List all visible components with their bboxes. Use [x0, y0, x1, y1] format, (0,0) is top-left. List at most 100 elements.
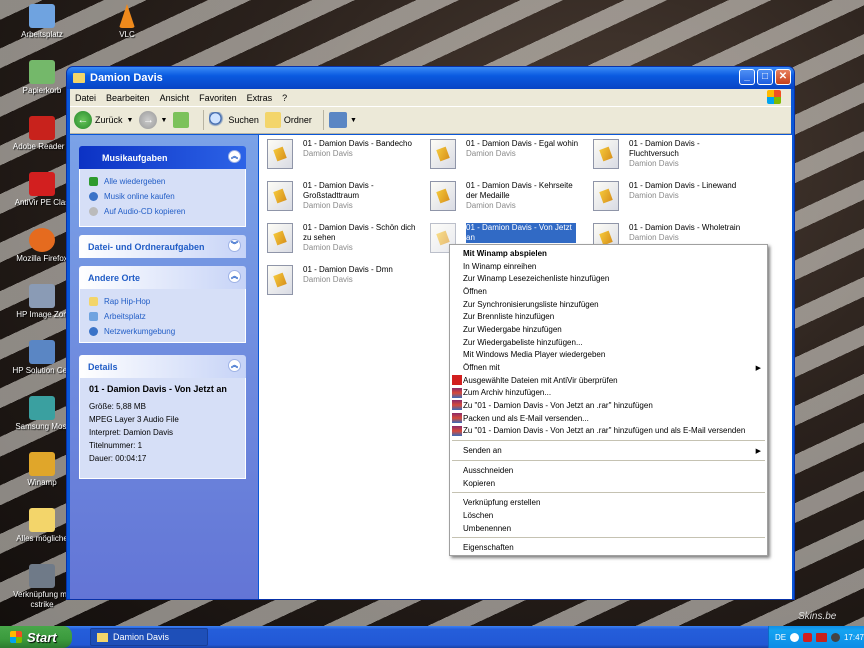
network-tray-icon[interactable]	[831, 632, 840, 642]
file-item[interactable]: 01 - Damion Davis - Dmn Damion Davis	[267, 265, 427, 295]
menu-bar: Datei Bearbeiten Ansicht Favoriten Extra…	[70, 89, 791, 106]
system-tray: DE 17:47	[768, 626, 864, 648]
winamp-icon	[29, 452, 55, 476]
antivir-icon	[29, 172, 55, 196]
menu-item-cut[interactable]: Ausschneiden	[450, 464, 767, 477]
menu-item-properties[interactable]: Eigenschaften	[450, 541, 767, 554]
music-tasks-header[interactable]: Musikaufgaben ︽	[79, 146, 246, 169]
globe-icon	[89, 192, 98, 201]
file-item[interactable]: 01 - Damion Davis - Großstadttraum Damion…	[267, 181, 427, 211]
language-indicator[interactable]: DE	[775, 633, 786, 642]
network-link[interactable]: Netzwerkumgebung	[89, 324, 236, 339]
details-track: Titelnummer: 1	[89, 441, 143, 450]
file-item[interactable]: 01 - Damion Davis - Linewand Damion Davis	[593, 181, 753, 211]
menu-item-play-winamp[interactable]: Mit Winamp abspielen	[450, 247, 767, 260]
menu-ansicht[interactable]: Ansicht	[155, 93, 195, 103]
menu-item-add-rar[interactable]: Zu "01 - Damion Davis - Von Jetzt an .ra…	[450, 399, 767, 412]
menu-item-add-sync-list[interactable]: Zur Synchronisierungsliste hinzufügen	[450, 298, 767, 311]
menu-item-add-rar-email[interactable]: Zu "01 - Damion Davis - Von Jetzt an .ra…	[450, 425, 767, 438]
rap-hip-hop-link[interactable]: Rap Hip-Hop	[89, 294, 236, 309]
menu-separator	[452, 460, 765, 461]
details-size: Größe: 5,88 MB	[89, 402, 146, 411]
antivir-tray-icon[interactable]	[803, 632, 813, 642]
menu-item-send-to[interactable]: Senden an ▶	[450, 444, 767, 457]
chevron-down-icon: ▼	[349, 116, 357, 124]
menu-item-add-archive[interactable]: Zum Archiv hinzufügen...	[450, 387, 767, 400]
menu-item-delete[interactable]: Löschen	[450, 509, 767, 522]
start-button[interactable]: Start	[0, 626, 72, 648]
collapse-icon[interactable]: ︽	[228, 359, 241, 372]
collapse-icon[interactable]: ︽	[228, 270, 241, 283]
menu-item-add-playlist[interactable]: Zur Wiedergabeliste hinzufügen...	[450, 336, 767, 349]
close-button[interactable]: ✕	[775, 69, 791, 85]
mp3-file-icon	[430, 181, 456, 211]
details-type: MPEG Layer 3 Audio File	[89, 415, 179, 424]
file-tasks-header[interactable]: Datei- und Ordneraufgaben ︾	[79, 235, 246, 258]
winrar-icon	[452, 412, 462, 423]
menu-item-add-playback[interactable]: Zur Wiedergabe hinzufügen	[450, 323, 767, 336]
file-item[interactable]: 01 - Damion Davis - Schön dich zu sehen D…	[267, 223, 427, 253]
play-all-link[interactable]: Alle wiedergeben	[89, 174, 236, 189]
winrar-icon	[452, 387, 462, 398]
menu-favoriten[interactable]: Favoriten	[194, 93, 242, 103]
file-item[interactable]: 01 - Damion Davis - Bandecho Damion Davis	[267, 139, 427, 169]
window-title: Damion Davis	[90, 72, 163, 84]
menu-item-antivir-scan[interactable]: Ausgewählte Dateien mit AntiVir überprüf…	[450, 374, 767, 387]
expand-icon[interactable]: ︾	[228, 239, 241, 252]
menu-item-open[interactable]: Öffnen	[450, 285, 767, 298]
menu-bearbeiten[interactable]: Bearbeiten	[101, 93, 155, 103]
menu-item-create-shortcut[interactable]: Verknüpfung erstellen	[450, 496, 767, 509]
minimize-button[interactable]: _	[739, 69, 755, 85]
details-filename: 01 - Damion Davis - Von Jetzt an	[89, 384, 227, 394]
folder-icon	[89, 297, 98, 306]
chevron-down-icon: ▼	[126, 116, 134, 124]
menu-help[interactable]: ?	[277, 93, 292, 103]
menu-item-copy[interactable]: Kopieren	[450, 477, 767, 490]
buy-music-online-link[interactable]: Musik online kaufen	[89, 189, 236, 204]
mp3-file-icon	[593, 139, 619, 169]
mp3-file-icon	[593, 181, 619, 211]
menu-item-add-burn-list[interactable]: Zur Brennliste hinzufügen	[450, 310, 767, 323]
title-bar[interactable]: Damion Davis _ □ ✕	[67, 67, 794, 89]
menu-item-open-with[interactable]: Öffnen mit ▶	[450, 361, 767, 374]
details-header[interactable]: Details ︽	[79, 355, 246, 378]
views-button[interactable]: ▼	[328, 112, 357, 128]
mp3-file-icon	[267, 181, 293, 211]
search-button[interactable]: Suchen	[209, 112, 259, 128]
taskbar-button-damion-davis[interactable]: Damion Davis	[90, 628, 208, 646]
menu-item-winamp-bookmark[interactable]: Zur Winamp Lesezeichenliste hinzufügen	[450, 272, 767, 285]
maximize-button[interactable]: □	[757, 69, 773, 85]
toolbar-divider	[203, 110, 205, 130]
toolbar-divider	[322, 110, 324, 130]
desktop-icon-arbeitsplatz[interactable]: Arbeitsplatz	[7, 4, 77, 40]
other-places-header[interactable]: Andere Orte ︽	[79, 266, 246, 289]
back-button[interactable]: ← Zurück ▼	[74, 111, 133, 129]
menu-separator	[452, 492, 765, 494]
file-item[interactable]: 01 - Damion Davis - Kehrseite der Medail…	[430, 181, 590, 211]
folder-up-icon	[173, 112, 190, 128]
file-item[interactable]: 01 - Damion Davis - Egal wohin Damion Dav…	[430, 139, 590, 169]
arbeitsplatz-link[interactable]: Arbeitsplatz	[89, 309, 236, 324]
help-icon[interactable]	[790, 632, 800, 642]
menu-datei[interactable]: Datei	[70, 93, 101, 103]
desktop-icon-vlc[interactable]: VLC	[92, 4, 162, 40]
up-button[interactable]	[173, 112, 192, 128]
taskbar: Start Damion Davis DE 17:47	[0, 626, 864, 648]
menu-item-play-wmp[interactable]: Mit Windows Media Player wiedergeben	[450, 349, 767, 362]
folders-button[interactable]: Ordner	[264, 112, 312, 128]
folder-icon	[264, 112, 281, 128]
mp3-file-icon	[267, 223, 293, 253]
menu-item-enqueue-winamp[interactable]: In Winamp einreihen	[450, 260, 767, 273]
clock: 17:47	[843, 632, 864, 642]
network-icon	[89, 327, 98, 336]
ati-tray-icon[interactable]	[816, 632, 828, 642]
forward-button[interactable]: → ▼	[139, 111, 167, 129]
menu-item-rename[interactable]: Umbenennen	[450, 522, 767, 535]
menu-extras[interactable]: Extras	[242, 93, 278, 103]
collapse-icon[interactable]: ︽	[228, 150, 241, 163]
copy-to-cd-link[interactable]: Auf Audio-CD kopieren	[89, 204, 236, 219]
cstrike-icon	[29, 564, 55, 588]
menu-item-pack-email[interactable]: Packen und als E-Mail versenden...	[450, 412, 767, 425]
file-item[interactable]: 01 - Damion Davis - Fluchtversuch Damion …	[593, 139, 753, 169]
vlc-cone-icon	[119, 4, 135, 28]
